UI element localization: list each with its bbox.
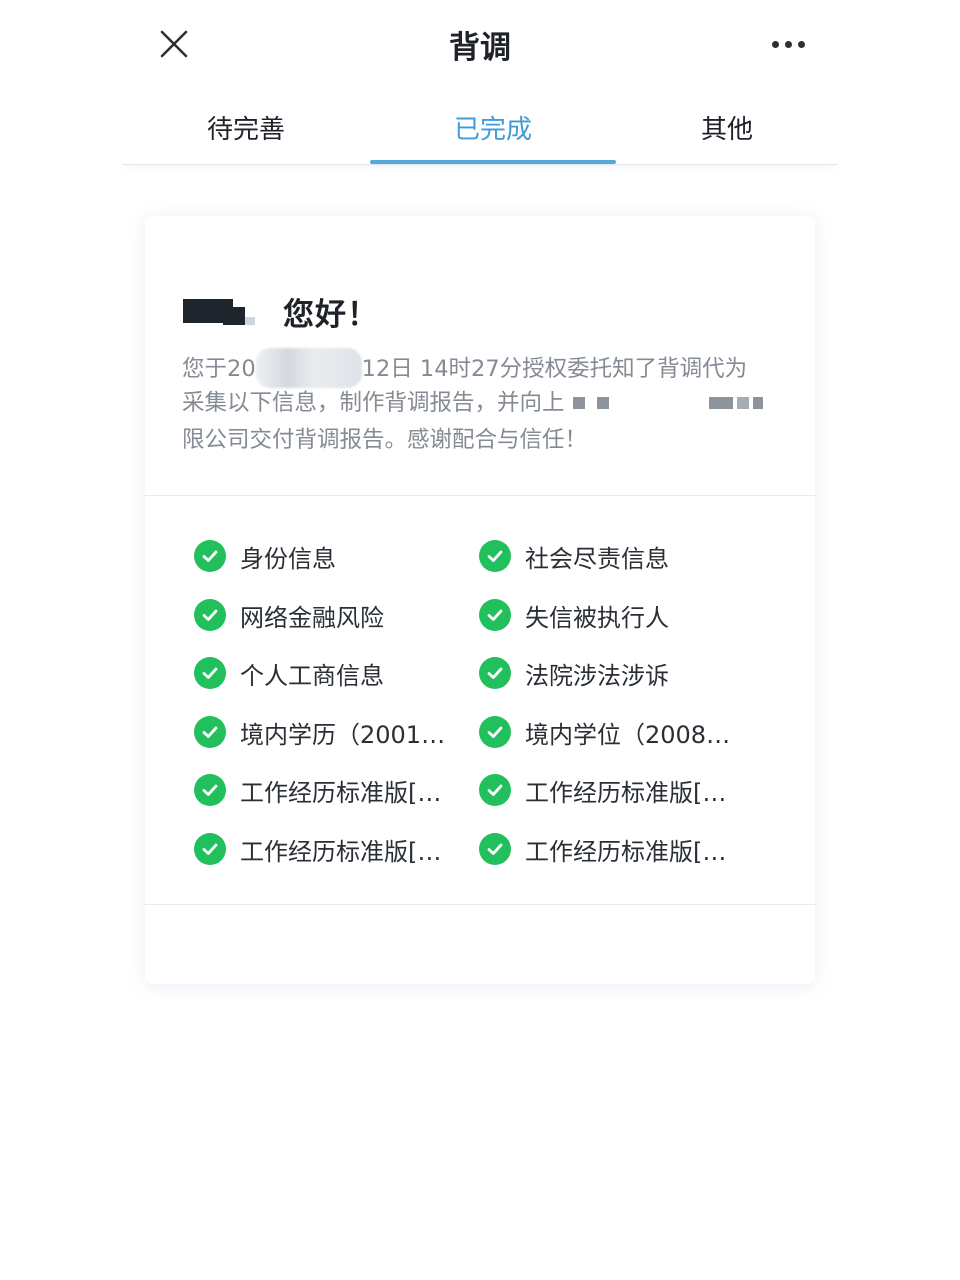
item-label: 身份信息: [240, 544, 336, 573]
redacted-company: [572, 393, 763, 413]
notice-text-3: 限公司交付背调报告。感谢配合与信任！: [182, 427, 588, 453]
card-divider-bottom: [145, 904, 815, 905]
check-circle-icon: [194, 540, 226, 572]
list-item: 工作经历标准版[…: [479, 831, 749, 867]
more-horizontal-icon: [771, 40, 779, 48]
notice-line-1: 您于20 12日 14时27分授权委托知了背调代为: [182, 348, 792, 388]
list-item: 境内学历（2001…: [194, 714, 464, 750]
notice-text-1b: 12日 14时27分授权委托知了背调代为: [361, 356, 748, 382]
tab-other[interactable]: 其他: [616, 96, 838, 164]
more-dot: [797, 40, 805, 48]
item-label: 个人工商信息: [240, 661, 384, 690]
check-circle-icon: [479, 599, 511, 631]
list-item: 境内学位（2008…: [479, 714, 749, 750]
list-item: 工作经历标准版[…: [479, 772, 749, 808]
item-label: 法院涉法涉诉: [525, 661, 669, 690]
list-item: 工作经历标准版[…: [194, 772, 464, 808]
check-circle-icon: [194, 599, 226, 631]
tab-completed[interactable]: 已完成: [370, 96, 616, 164]
item-label: 工作经历标准版[…: [525, 837, 727, 866]
list-item: 工作经历标准版[…: [194, 831, 464, 867]
card-divider-top: [145, 495, 815, 496]
redacted-date: [255, 348, 362, 388]
list-item: 个人工商信息: [194, 655, 464, 691]
background-check-card: 您好！ 您于20 12日 14时27分授权委托知了背调代为 采集以下信息，制作背调…: [145, 216, 815, 984]
redacted-name: [183, 291, 263, 331]
check-circle-icon: [479, 657, 511, 689]
more-dot: [784, 40, 792, 48]
greeting-text: 您好！: [283, 296, 379, 333]
notice-line-3: 限公司交付背调报告。感谢配合与信任！: [182, 422, 792, 459]
list-item: 社会尽责信息: [479, 538, 749, 574]
item-label: 工作经历标准版[…: [525, 778, 727, 807]
item-label: 工作经历标准版[…: [240, 837, 442, 866]
tab-pending[interactable]: 待完善: [122, 96, 370, 164]
active-tab-indicator: [370, 160, 616, 164]
authorization-notice: 您于20 12日 14时27分授权委托知了背调代为 采集以下信息，制作背调报告，并…: [182, 348, 792, 459]
list-item: 网络金融风险: [194, 597, 464, 633]
greeting-row: 您好！: [183, 286, 379, 336]
notice-text-1a: 您于20: [182, 356, 256, 382]
status-tabs: 待完善 已完成 其他: [122, 96, 838, 165]
check-circle-icon: [479, 716, 511, 748]
more-button[interactable]: [760, 24, 816, 64]
check-circle-icon: [479, 774, 511, 806]
item-label: 失信被执行人: [525, 603, 669, 632]
check-circle-icon: [194, 716, 226, 748]
list-item: 法院涉法涉诉: [479, 655, 749, 691]
top-nav-bar: 背调: [0, 0, 960, 90]
check-circle-icon: [194, 833, 226, 865]
notice-text-2: 采集以下信息，制作背调报告，并向上: [182, 390, 565, 416]
list-item: 失信被执行人: [479, 597, 749, 633]
check-circle-icon: [479, 833, 511, 865]
item-label: 境内学历（2001…: [240, 720, 446, 749]
check-circle-icon: [479, 540, 511, 572]
item-label: 工作经历标准版[…: [240, 778, 442, 807]
check-circle-icon: [194, 774, 226, 806]
item-label: 社会尽责信息: [525, 544, 669, 573]
item-label: 境内学位（2008…: [525, 720, 731, 749]
check-circle-icon: [194, 657, 226, 689]
page-title: 背调: [449, 30, 511, 66]
item-label: 网络金融风险: [240, 603, 384, 632]
list-item: 身份信息: [194, 538, 464, 574]
notice-line-2: 采集以下信息，制作背调报告，并向上: [182, 385, 792, 422]
